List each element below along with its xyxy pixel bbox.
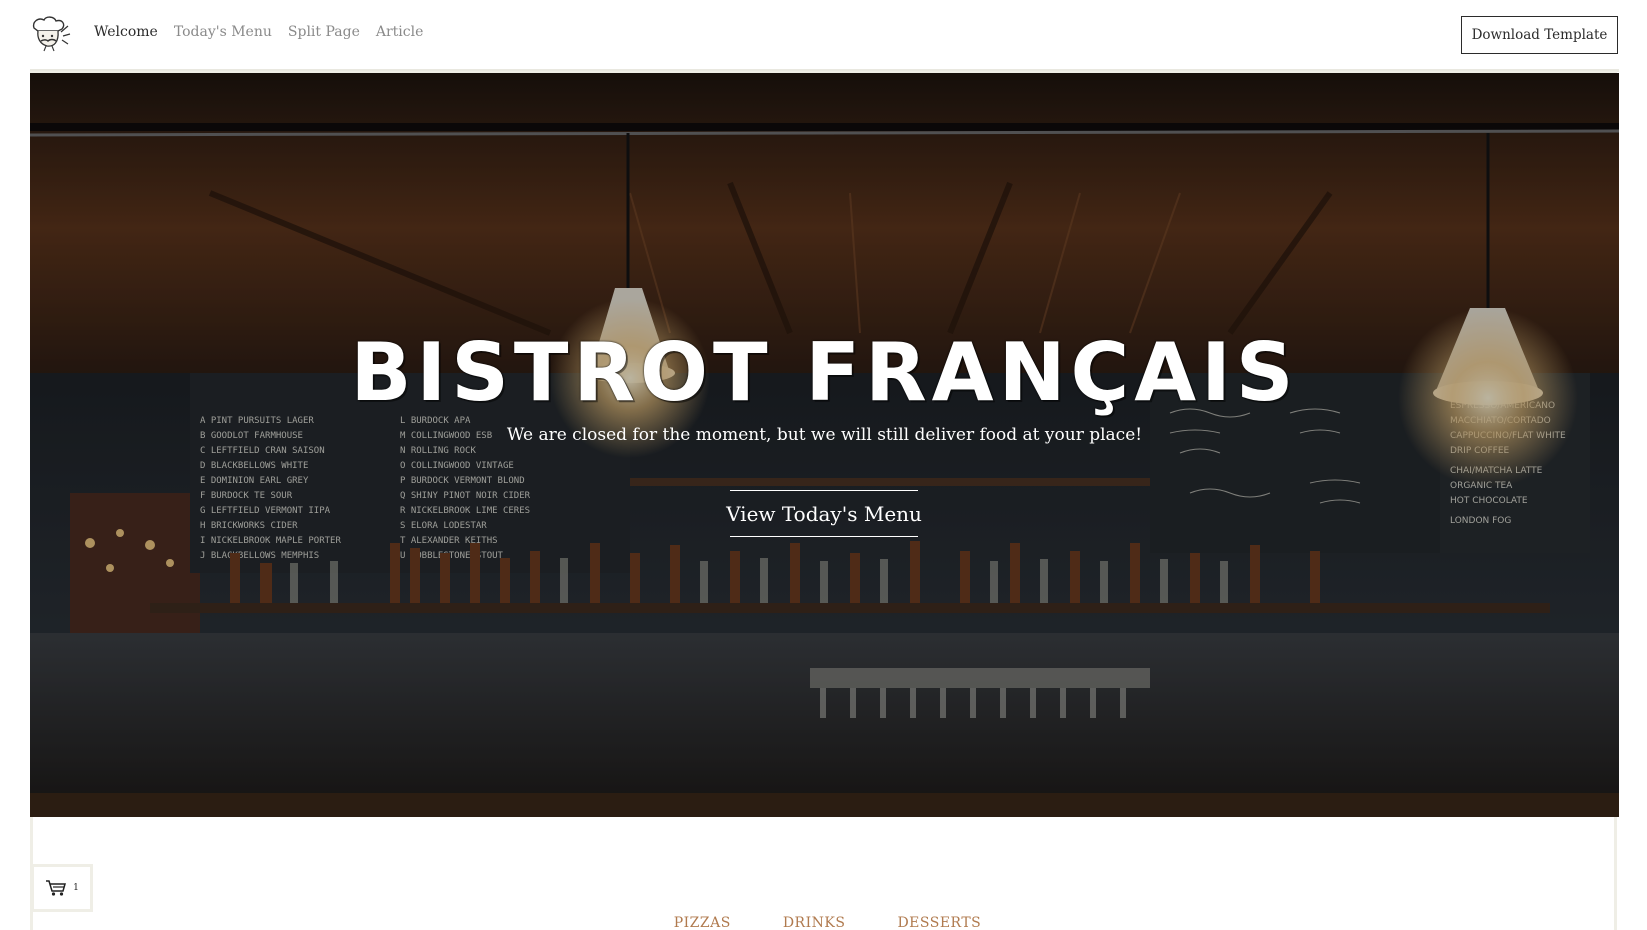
hero-dark-overlay bbox=[30, 73, 1619, 817]
nav-item-todays-menu[interactable]: Today's Menu bbox=[174, 24, 272, 40]
nav-item-split-page[interactable]: Split Page bbox=[288, 24, 360, 40]
view-todays-menu-button[interactable]: View Today's Menu bbox=[726, 490, 922, 537]
chef-logo-icon[interactable] bbox=[28, 14, 72, 52]
nav-item-welcome[interactable]: Welcome bbox=[94, 24, 158, 40]
category-desserts[interactable]: DESSERTS bbox=[897, 915, 981, 930]
nav-item-article[interactable]: Article bbox=[376, 24, 424, 40]
cart-button[interactable]: 1 bbox=[31, 864, 93, 912]
menu-category-nav: PIZZAS DRINKS DESSERTS bbox=[0, 915, 1647, 930]
cart-count: 1 bbox=[73, 883, 79, 893]
hero-title: BISTROT FRANÇAIS bbox=[350, 326, 1299, 419]
download-template-button[interactable]: Download Template bbox=[1461, 16, 1618, 54]
category-drinks[interactable]: DRINKS bbox=[783, 915, 846, 930]
hero-subtitle: We are closed for the moment, but we wil… bbox=[506, 425, 1143, 445]
category-pizzas[interactable]: PIZZAS bbox=[674, 915, 731, 930]
hero-banner: A PINT PURSUITS LAGER B GOODLOT FARMHOUS… bbox=[30, 73, 1619, 817]
main-nav: Welcome Today's Menu Split Page Article bbox=[94, 24, 423, 40]
shopping-cart-icon bbox=[46, 880, 67, 896]
site-header: Welcome Today's Menu Split Page Article … bbox=[0, 0, 1647, 68]
